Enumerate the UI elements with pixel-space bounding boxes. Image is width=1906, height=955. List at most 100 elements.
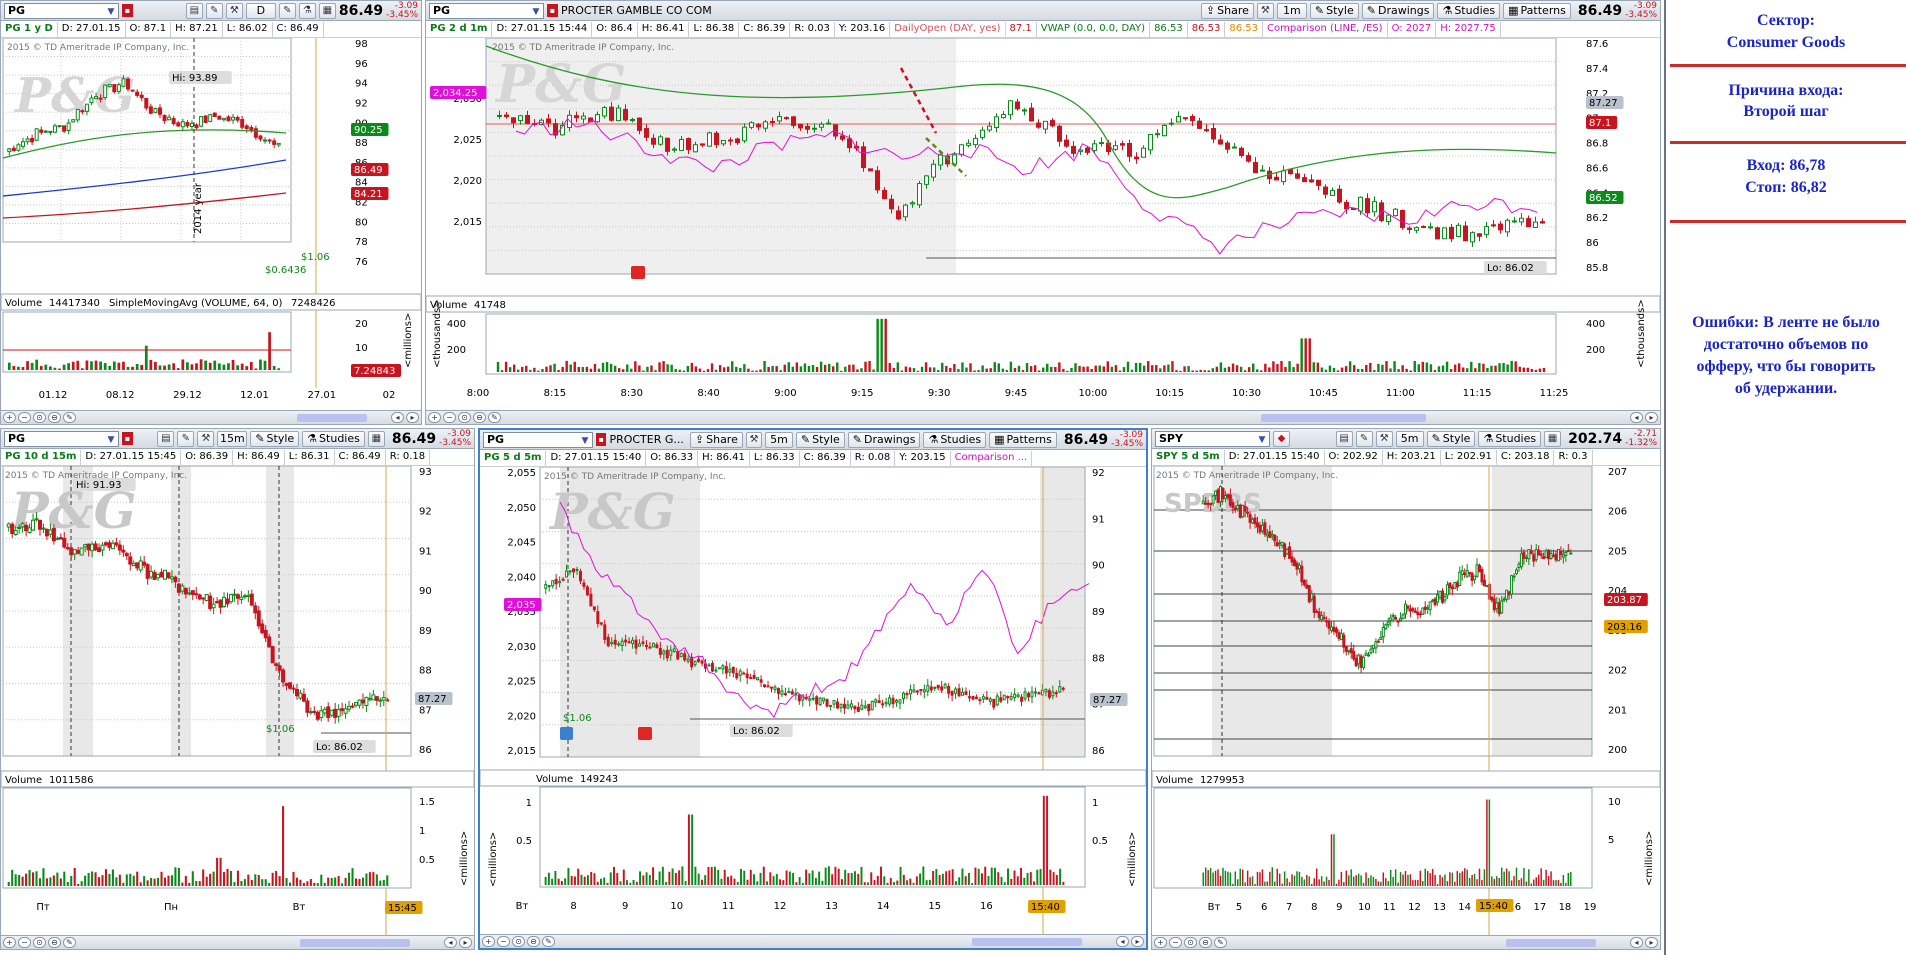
zoom-in-icon[interactable]: +: [482, 936, 495, 947]
draw-icon[interactable]: ✎: [205, 2, 223, 19]
share-button[interactable]: ⇪ Share: [689, 431, 743, 448]
scroll-right-icon[interactable]: ▸: [1645, 412, 1658, 423]
zoom-out-icon[interactable]: −: [18, 937, 31, 948]
zoom-out-icon[interactable]: −: [497, 936, 510, 947]
chevron-down-icon[interactable]: ▼: [531, 5, 541, 17]
time-scrollbar[interactable]: [1506, 938, 1596, 947]
price-tag-green: 86.52: [1589, 193, 1618, 204]
scroll-left-icon[interactable]: ◂: [391, 412, 404, 423]
chart-icon[interactable]: ▤: [185, 2, 203, 19]
patterns-button[interactable]: ▦ Patterns: [989, 431, 1057, 448]
zoom-out-icon[interactable]: −: [1169, 937, 1182, 948]
zoom-out-icon[interactable]: −: [18, 412, 31, 423]
zoom-icon[interactable]: ⊙: [33, 412, 46, 423]
zoom-in-icon[interactable]: +: [3, 937, 16, 948]
pencil-icon[interactable]: ✎: [63, 937, 76, 948]
candle-body: [1204, 129, 1209, 132]
aggregation-button[interactable]: D: [245, 2, 276, 19]
zoom-reset-icon[interactable]: ⊖: [48, 937, 61, 948]
price-chart[interactable]: 2015 © TD Ameritrade IP Company, Inc.P&G…: [426, 38, 1660, 405]
share-button[interactable]: ⇪ Share: [1200, 2, 1254, 19]
zoom-icon[interactable]: ⊙: [33, 937, 46, 948]
chevron-down-icon[interactable]: ▼: [106, 5, 116, 17]
wrench-icon[interactable]: ⚒: [225, 2, 243, 19]
zoom-reset-icon[interactable]: ⊖: [473, 412, 486, 423]
interval-button[interactable]: 15m: [217, 430, 248, 447]
time-scrollbar[interactable]: [972, 937, 1082, 946]
studies-button[interactable]: ⚗ Studies: [923, 431, 987, 448]
candle-body: [1253, 517, 1257, 525]
scroll-left-icon[interactable]: ◂: [1630, 412, 1643, 423]
scroll-left-icon[interactable]: ◂: [444, 937, 457, 948]
chart-icon[interactable]: ▤: [157, 430, 175, 447]
chart-icon[interactable]: ▤: [1335, 430, 1353, 447]
zoom-reset-icon[interactable]: ⊖: [527, 936, 540, 947]
patterns-icon[interactable]: ▦: [367, 430, 385, 447]
zoom-icon[interactable]: ⊙: [512, 936, 525, 947]
wrench-icon[interactable]: ⚒: [1256, 2, 1274, 19]
patterns-icon: ▦: [994, 432, 1005, 446]
zoom-reset-icon[interactable]: ⊖: [48, 412, 61, 423]
time-tick-label: 01.12: [39, 390, 68, 401]
wrench-icon[interactable]: ⚒: [745, 431, 763, 448]
draw-icon[interactable]: ✎: [177, 430, 195, 447]
wrench-icon[interactable]: ⚒: [1375, 430, 1393, 447]
flag-icon[interactable]: ▪: [122, 4, 133, 17]
wrench-icon[interactable]: ⚒: [197, 430, 215, 447]
link-icon[interactable]: ◆: [1273, 430, 1290, 447]
style-button[interactable]: ✎ Style: [1426, 430, 1476, 447]
zoom-in-icon[interactable]: +: [1154, 937, 1167, 948]
zoom-in-icon[interactable]: +: [428, 412, 441, 423]
pencil-icon[interactable]: ✎: [1214, 937, 1227, 948]
pencil-icon[interactable]: ✎: [542, 936, 555, 947]
chevron-down-icon[interactable]: ▼: [1257, 433, 1267, 445]
flag-icon[interactable]: ▪: [595, 433, 607, 446]
patterns-button[interactable]: ▦ Patterns: [1503, 2, 1571, 19]
studies-icon[interactable]: ⚗: [298, 2, 316, 19]
studies-button[interactable]: ⚗ Studies: [302, 430, 365, 447]
pencil-icon[interactable]: ✎: [488, 412, 501, 423]
zoom-reset-icon[interactable]: ⊖: [1199, 937, 1212, 948]
scroll-right-icon[interactable]: ▸: [459, 937, 472, 948]
time-scrollbar[interactable]: [297, 413, 367, 422]
pencil-icon[interactable]: ✎: [63, 412, 76, 423]
scroll-right-icon[interactable]: ▸: [1131, 936, 1144, 947]
draw-icon[interactable]: ✎: [1355, 430, 1373, 447]
zoom-out-icon[interactable]: −: [443, 412, 456, 423]
zoom-in-icon[interactable]: +: [3, 412, 16, 423]
style-icon[interactable]: ✎: [278, 2, 296, 19]
price-chart[interactable]: 2015 © TD Ameritrade IP Company, Inc.SPD…: [1152, 466, 1660, 936]
flag-icon[interactable]: ▪: [547, 4, 558, 17]
drawings-button[interactable]: ✎ Drawings: [1361, 2, 1435, 19]
scroll-right-icon[interactable]: ▸: [406, 412, 419, 423]
patterns-icon[interactable]: ▦: [318, 2, 336, 19]
symbol-input[interactable]: PG ▼: [429, 2, 544, 19]
time-scrollbar[interactable]: [300, 938, 410, 947]
chevron-down-icon[interactable]: ▼: [580, 434, 590, 446]
price-chart[interactable]: 2015 © TD Ameritrade IP Company, Inc.P&G…: [1, 466, 474, 936]
symbol-input[interactable]: PG ▼: [4, 2, 119, 19]
interval-button[interactable]: 1m: [1276, 2, 1307, 19]
flag-icon[interactable]: ▪: [122, 432, 133, 445]
studies-button[interactable]: ⚗ Studies: [1437, 2, 1501, 19]
time-scrollbar[interactable]: [1261, 413, 1426, 422]
drawings-button[interactable]: ✎ Drawings: [847, 431, 921, 448]
style-button[interactable]: ✎ Style: [250, 430, 300, 447]
interval-button[interactable]: 5m: [765, 431, 793, 448]
style-button[interactable]: ✎ Style: [1309, 2, 1359, 19]
style-button[interactable]: ✎ Style: [795, 431, 845, 448]
studies-button[interactable]: ⚗ Studies: [1478, 430, 1542, 447]
zoom-icon[interactable]: ⊙: [458, 412, 471, 423]
interval-button[interactable]: 5m: [1395, 430, 1424, 447]
zoom-icon[interactable]: ⊙: [1184, 937, 1197, 948]
scroll-right-icon[interactable]: ▸: [1645, 937, 1658, 948]
price-chart[interactable]: 2015 © TD Ameritrade IP Company, Inc.P&G…: [1, 38, 421, 405]
symbol-input[interactable]: PG ▼: [483, 431, 593, 448]
scroll-left-icon[interactable]: ◂: [1630, 937, 1643, 948]
symbol-input[interactable]: PG ▼: [4, 430, 119, 447]
scroll-left-icon[interactable]: ◂: [1116, 936, 1129, 947]
chevron-down-icon[interactable]: ▼: [106, 433, 116, 445]
symbol-input[interactable]: SPY ▼: [1155, 430, 1270, 447]
price-chart[interactable]: 2015 © TD Ameritrade IP Company, Inc.P&G…: [480, 467, 1146, 935]
patterns-icon[interactable]: ▦: [1544, 430, 1562, 447]
